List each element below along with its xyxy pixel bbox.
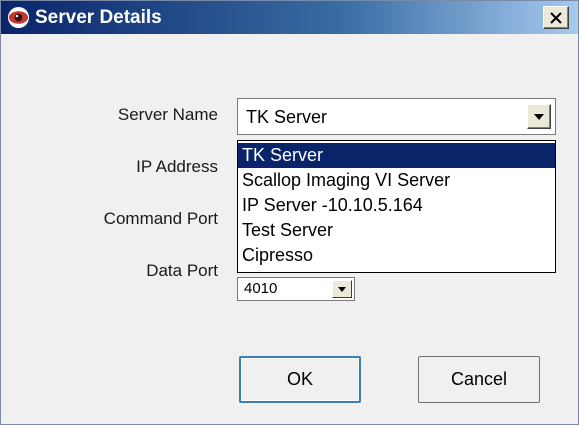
server-details-dialog: Server Details Server Name IP Address Co… xyxy=(0,0,579,425)
data-port-value: 4010 xyxy=(244,280,278,297)
command-port-label: Command Port xyxy=(103,209,218,228)
dropdown-item-cipresso[interactable]: Cipresso xyxy=(238,243,555,268)
ok-button[interactable]: OK xyxy=(239,356,361,403)
eye-icon xyxy=(7,6,30,29)
dropdown-item-scallop-imaging[interactable]: Scallop Imaging VI Server xyxy=(238,168,555,193)
dropdown-item-tk-server[interactable]: TK Server xyxy=(238,143,555,168)
data-port-label: Data Port xyxy=(146,261,218,280)
close-icon xyxy=(550,11,562,24)
chevron-down-icon xyxy=(534,113,544,120)
dialog-title: Server Details xyxy=(35,7,162,28)
server-name-label: Server Name xyxy=(117,105,218,124)
data-port-input[interactable]: 4010 xyxy=(237,277,355,301)
dropdown-toggle[interactable] xyxy=(527,104,551,129)
server-name-dropdown-list[interactable]: TK Server Scallop Imaging VI Server IP S… xyxy=(237,140,556,273)
cancel-button[interactable]: Cancel xyxy=(418,356,540,403)
server-name-value: TK Server xyxy=(246,107,328,127)
title-bar[interactable]: Server Details xyxy=(1,1,578,34)
ip-address-label: IP Address xyxy=(136,157,218,176)
close-button[interactable] xyxy=(543,6,569,29)
chevron-down-icon xyxy=(338,286,346,292)
server-name-select[interactable]: TK Server xyxy=(237,98,556,135)
dropdown-item-ip-server[interactable]: IP Server -10.10.5.164 xyxy=(238,193,555,218)
data-port-spin-button[interactable] xyxy=(332,280,352,298)
dropdown-item-test-server[interactable]: Test Server xyxy=(238,218,555,243)
